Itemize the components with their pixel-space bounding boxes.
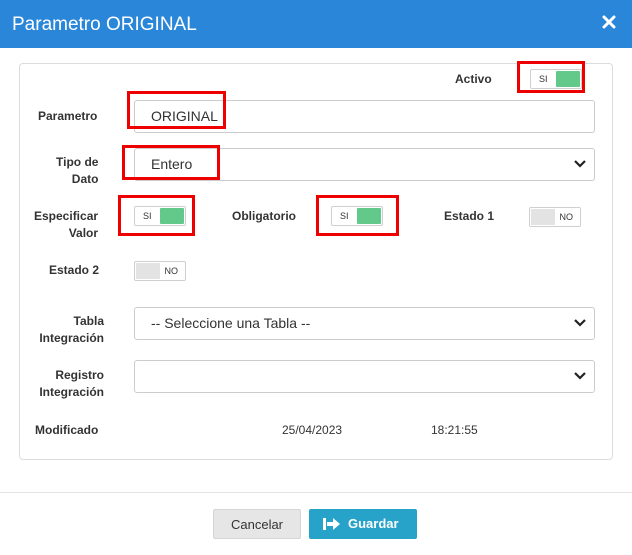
especificar-label-line2: Valor [68,226,99,240]
modificado-label: Modificado [35,423,99,437]
tabla-integracion-select[interactable]: -- Seleccione una Tabla -- [134,307,595,340]
parametro-input[interactable]: ORIGINAL [134,100,595,133]
modificado-date: 25/04/2023 [282,423,343,437]
toggle-knob [357,208,381,224]
tabla-label-line2: Integración [39,331,104,345]
estado2-label: Estado 2 [49,263,100,277]
dialog-title: Parametro ORIGINAL [12,14,197,35]
toggle-knob [556,71,580,87]
estado1-toggle[interactable]: NO [529,207,581,227]
tipo-dato-select[interactable]: Entero [134,148,595,181]
toggle-knob [136,263,160,279]
modificado-time: 18:21:55 [431,423,478,437]
tipo-dato-label-line2: Dato [71,172,99,186]
tipo-dato-label-line1: Tipo de [56,155,99,169]
toggle-off-text: NO [164,266,179,276]
chevron-down-icon [574,160,586,168]
chevron-down-icon [574,319,586,327]
footer-divider [0,492,632,493]
close-icon[interactable] [600,10,618,32]
tabla-label-line1: Tabla [73,314,104,328]
especificar-valor-toggle[interactable]: SI [134,206,186,226]
estado1-label: Estado 1 [444,209,495,223]
registro-integracion-label: Registro Integración [34,368,104,400]
registro-label-line1: Registro [55,368,104,382]
chevron-down-icon [574,372,586,380]
especificar-label-line1: Especificar [34,209,99,223]
tabla-integracion-label: Tabla Integración [34,314,104,346]
toggle-off-text: NO [559,212,574,222]
dialog-header: Parametro ORIGINAL [0,0,632,48]
obligatorio-label: Obligatorio [232,209,296,223]
toggle-knob [531,209,555,225]
toggle-on-text: SI [340,211,349,221]
activo-label: Activo [455,72,492,86]
obligatorio-toggle[interactable]: SI [331,206,383,226]
toggle-on-text: SI [539,74,548,84]
cancel-button[interactable]: Cancelar [213,509,301,539]
tabla-integracion-value: -- Seleccione una Tabla -- [151,315,311,331]
tipo-dato-label: Tipo de Dato [56,155,98,187]
especificar-valor-label: Especificar Valor [34,209,98,241]
parametro-value: ORIGINAL [151,108,218,124]
parametro-label: Parametro [38,109,98,123]
tipo-dato-value: Entero [151,156,193,172]
estado2-toggle[interactable]: NO [134,261,186,281]
toggle-knob [160,208,184,224]
registro-label-line2: Integración [39,385,104,399]
save-button-label: Guardar [348,516,399,531]
activo-toggle[interactable]: SI [530,69,582,89]
registro-integracion-select[interactable] [134,360,595,393]
save-button[interactable]: Guardar [309,509,417,539]
save-share-icon [323,518,340,530]
toggle-on-text: SI [143,211,152,221]
cut-off-bottom-strip [0,546,632,555]
